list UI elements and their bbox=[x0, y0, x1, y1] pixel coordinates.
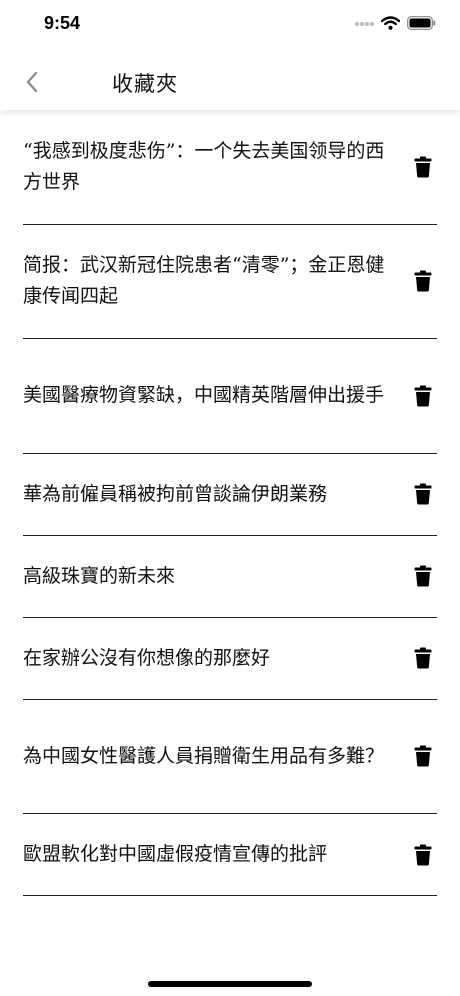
list-item[interactable]: 歐盟軟化對中國虛假疫情宣傳的批評 bbox=[23, 814, 437, 896]
article-title[interactable]: 高級珠寶的新未來 bbox=[23, 561, 403, 592]
article-title[interactable]: 简报：武汉新冠住院患者“清零”；金正恩健康传闻四起 bbox=[23, 250, 403, 312]
trash-icon bbox=[414, 844, 432, 865]
article-title[interactable]: “我感到极度悲伤”：一个失去美国领导的西方世界 bbox=[23, 136, 403, 198]
home-indicator[interactable] bbox=[148, 981, 312, 987]
status-time: 9:54 bbox=[44, 13, 81, 33]
list-item[interactable]: 美國醫療物資緊缺，中國精英階層伸出援手 bbox=[23, 339, 437, 454]
list-item[interactable]: “我感到极度悲伤”：一个失去美国领导的西方世界 bbox=[23, 110, 437, 225]
delete-button[interactable] bbox=[409, 841, 437, 869]
delete-button[interactable] bbox=[409, 562, 437, 590]
cellular-signal-icon bbox=[354, 15, 374, 34]
favorites-list: “我感到极度悲伤”：一个失去美国领导的西方世界 简报：武汉新冠住院患者“清零”；… bbox=[0, 110, 460, 896]
trash-icon bbox=[414, 483, 432, 505]
wifi-icon bbox=[380, 15, 401, 34]
trash-icon bbox=[414, 156, 432, 178]
delete-button[interactable] bbox=[409, 153, 437, 181]
page-title: 收藏夾 bbox=[112, 72, 178, 96]
list-item[interactable]: 简报：武汉新冠住院患者“清零”；金正恩健康传闻四起 bbox=[23, 225, 437, 339]
delete-button[interactable] bbox=[409, 644, 437, 672]
delete-button[interactable] bbox=[409, 382, 437, 410]
list-item[interactable]: 華為前僱員稱被拘前曾談論伊朗業務 bbox=[23, 454, 437, 536]
trash-icon bbox=[414, 385, 432, 407]
trash-icon bbox=[414, 647, 432, 669]
article-title[interactable]: 歐盟軟化對中國虛假疫情宣傳的批評 bbox=[23, 839, 403, 870]
trash-icon bbox=[414, 270, 432, 292]
status-bar: 9:54 bbox=[0, 0, 460, 50]
back-button[interactable] bbox=[14, 64, 50, 100]
status-icons bbox=[354, 15, 436, 34]
list-item[interactable]: 在家辦公沒有你想像的那麼好 bbox=[23, 618, 437, 700]
delete-button[interactable] bbox=[409, 742, 437, 770]
article-title[interactable]: 美國醫療物資緊缺，中國精英階層伸出援手 bbox=[23, 380, 403, 411]
list-item[interactable]: 為中國女性醫護人員捐贈衛生用品有多難？ bbox=[23, 700, 437, 814]
list-item[interactable]: 高級珠寶的新未來 bbox=[23, 536, 437, 618]
article-title[interactable]: 華為前僱員稱被拘前曾談論伊朗業務 bbox=[23, 479, 403, 510]
battery-icon bbox=[407, 15, 436, 34]
navigation-bar: 收藏夾 bbox=[0, 52, 460, 110]
delete-button[interactable] bbox=[409, 480, 437, 508]
article-title[interactable]: 在家辦公沒有你想像的那麼好 bbox=[23, 643, 403, 674]
trash-icon bbox=[414, 745, 432, 767]
chevron-left-icon bbox=[26, 71, 38, 93]
trash-icon bbox=[414, 565, 432, 587]
article-title[interactable]: 為中國女性醫護人員捐贈衛生用品有多難？ bbox=[23, 741, 403, 772]
delete-button[interactable] bbox=[409, 267, 437, 295]
